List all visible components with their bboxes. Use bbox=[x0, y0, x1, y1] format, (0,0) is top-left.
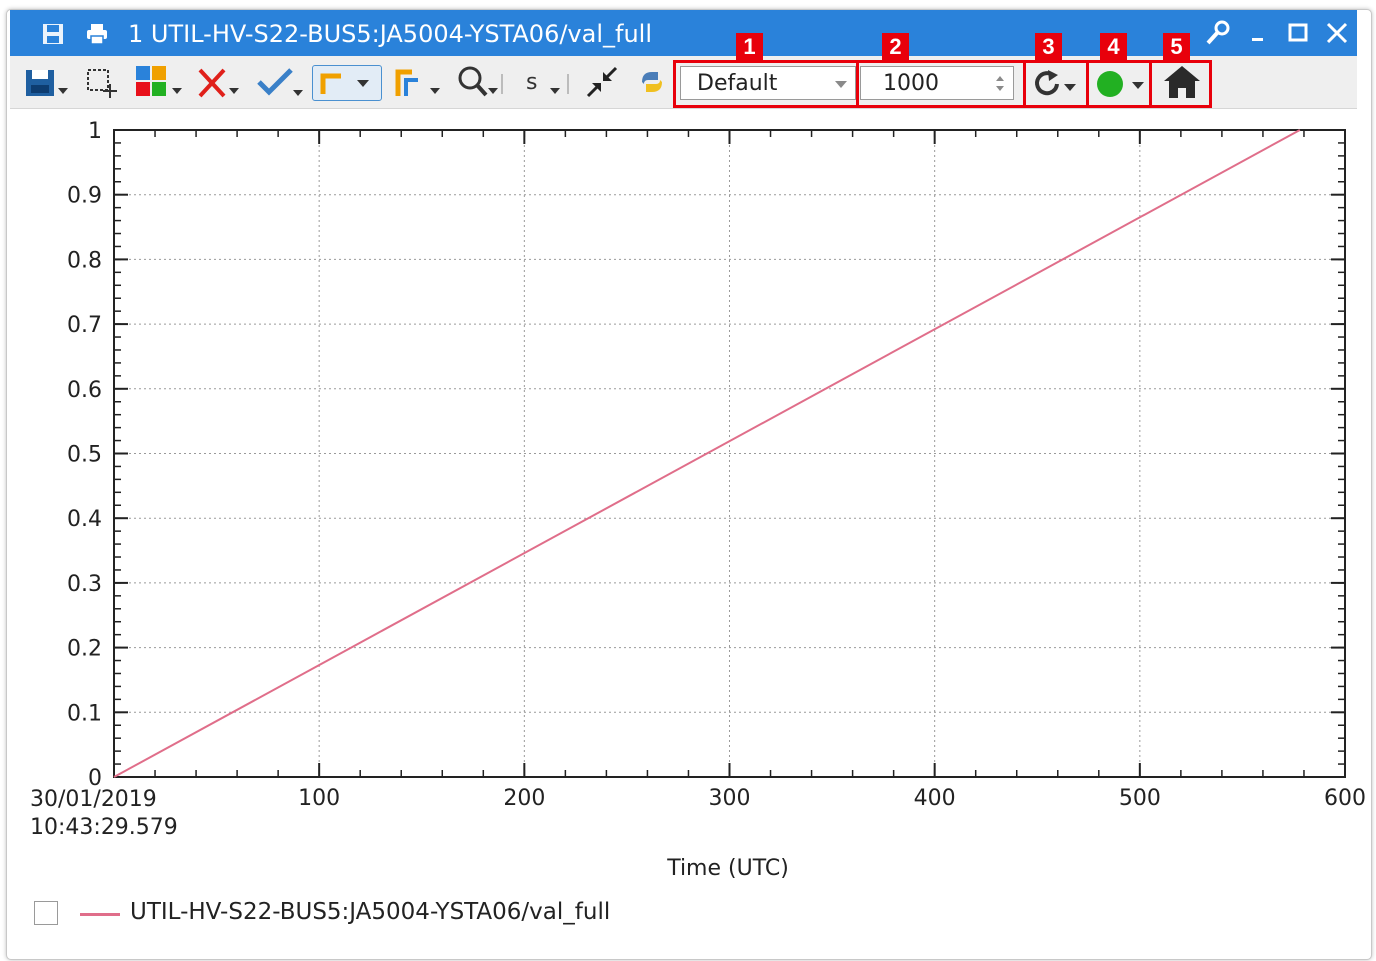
plot-canvas[interactable]: 00.10.20.30.40.50.60.70.80.91100 200 300 40… bbox=[0, 0, 1376, 961]
x-start-time-label: 10:43:29.579 bbox=[30, 815, 178, 840]
grid bbox=[114, 130, 1345, 777]
y-tick-label: 0.8 bbox=[67, 248, 102, 273]
series-layer bbox=[113, 129, 1301, 778]
x-tick-label: 200 bbox=[503, 786, 545, 811]
series-line bbox=[113, 129, 1301, 778]
y-tick-label: 0.7 bbox=[67, 313, 102, 338]
y-tick-label: 1 bbox=[88, 119, 102, 144]
legend-swatch bbox=[80, 913, 120, 916]
y-tick-label: 0.6 bbox=[67, 378, 102, 403]
x-start-date-label: 30/01/2019 bbox=[30, 787, 157, 812]
x-tick-label: 500 bbox=[1119, 786, 1161, 811]
y-tick-label: 0.4 bbox=[67, 507, 102, 532]
y-tick-label: 0.3 bbox=[67, 572, 102, 597]
x-tick-label: 600 bbox=[1324, 786, 1366, 811]
tick-labels: 00.10.20.30.40.50.60.70.80.91100 200 300 40… bbox=[67, 119, 1366, 811]
x-axis-title: Time (UTC) bbox=[666, 856, 789, 881]
legend-label: UTIL-HV-S22-BUS5:JA5004-YSTA06/val_full bbox=[130, 899, 611, 925]
y-tick-label: 0.9 bbox=[67, 184, 102, 209]
legend-visibility-checkbox[interactable] bbox=[34, 901, 58, 925]
x-tick-label: 400 bbox=[914, 786, 956, 811]
x-tick-label: 300 bbox=[709, 786, 751, 811]
y-tick-label: 0.5 bbox=[67, 443, 102, 468]
y-tick-label: 0.1 bbox=[67, 701, 102, 726]
x-tick-label: 100 bbox=[298, 786, 340, 811]
y-tick-label: 0.2 bbox=[67, 637, 102, 662]
